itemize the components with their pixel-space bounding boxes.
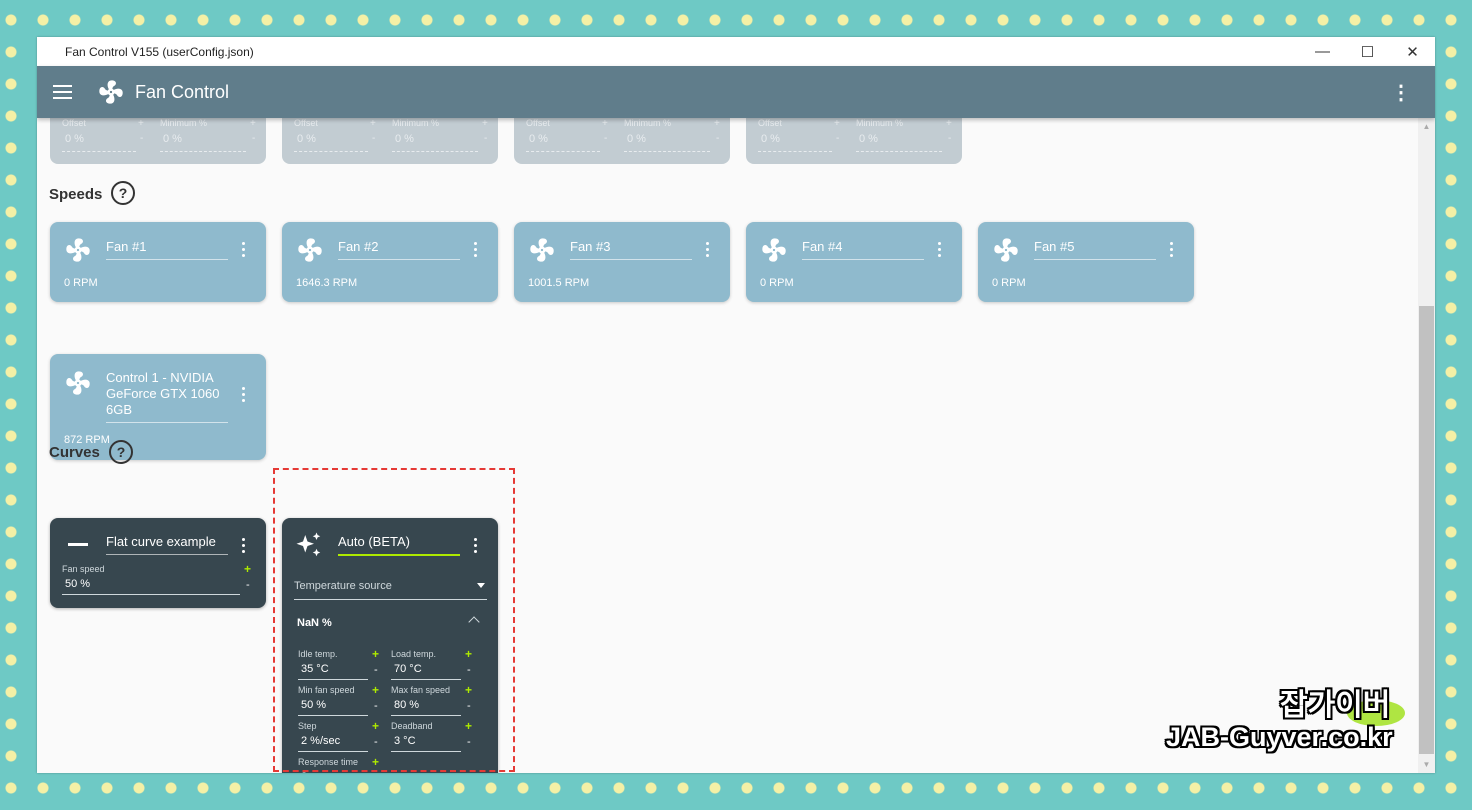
watermark-korean: 잡가이버 [1280,689,1391,722]
speeds-section-title: Speeds [49,186,103,203]
title-bar: Fan Control V155 (userConfig.json) — ☐ ✕ [37,37,1435,66]
fan-name-field[interactable]: Fan #2 [338,239,460,260]
flat-line-icon [68,543,88,546]
fan-rpm: 0 RPM [760,277,794,289]
decrease-button[interactable]: - [374,772,378,773]
window-title: Fan Control V155 (userConfig.json) [65,44,254,59]
fan-name-field[interactable]: Fan #3 [570,239,692,260]
fan-card[interactable]: Fan #3 1001.5 RPM [514,222,730,302]
partial-card: Offset + 0 % - Minimum % + 0 % - [50,118,266,164]
fan-card[interactable]: Fan #5 0 RPM [978,222,1194,302]
flat-curve-card[interactable]: Flat curve example Fan speed 50 % + - [50,518,266,608]
app-window: Fan Control V155 (userConfig.json) — ☐ ✕… [37,37,1435,773]
fan-card[interactable]: Fan #1 0 RPM [50,222,266,302]
fan-name-field[interactable]: Fan #4 [802,239,924,260]
highlight-box [273,468,515,772]
fan-card[interactable]: Fan #4 0 RPM [746,222,962,302]
control-menu-icon[interactable] [242,387,246,402]
fan-name-field[interactable]: Fan #1 [106,239,228,260]
main-content: Offset + 0 % - Minimum % + 0 % - Offset … [37,118,1418,773]
partial-card: Offset + 0 % - Minimum % + 0 % - [282,118,498,164]
flat-curve-menu-icon[interactable] [242,538,246,553]
partial-card: Offset + 0 % - Minimum % + 0 % - [746,118,962,164]
flat-curve-name-field[interactable]: Flat curve example [106,534,228,555]
scroll-down-arrow-icon[interactable]: ▼ [1418,756,1435,773]
fan-rpm: 1001.5 RPM [528,277,590,289]
fan-icon [530,238,554,262]
minimize-button[interactable]: — [1300,37,1345,66]
more-options-icon[interactable]: ⋮ [1391,80,1411,105]
fan-menu-icon[interactable] [1170,242,1174,257]
fan-card[interactable]: Fan #2 1646.3 RPM [282,222,498,302]
fan-icon [66,238,90,262]
fan-logo-icon [99,80,123,104]
fan-menu-icon[interactable] [706,242,710,257]
fan-name-field[interactable]: Fan #5 [1034,239,1156,260]
fan-menu-icon[interactable] [242,242,246,257]
curves-section-title: Curves [49,444,100,461]
hamburger-menu-icon[interactable] [53,80,77,104]
watermark-latin: JAB-Guyver.co.kr [1166,722,1393,752]
fan-icon [66,371,90,395]
control-name-field[interactable]: Control 1 - NVIDIA GeForce GTX 1060 6GB [106,370,228,423]
fan-rpm: 0 RPM [64,277,98,289]
fan-icon [994,238,1018,262]
scrollbar-thumb[interactable] [1419,306,1434,754]
app-title: Fan Control [135,81,230,102]
fan-icon [762,238,786,262]
fan-rpm: 1646.3 RPM [296,277,358,289]
partial-card: Offset + 0 % - Minimum % + 0 % - [514,118,730,164]
scroll-up-arrow-icon[interactable]: ▲ [1418,118,1435,135]
speeds-help-icon[interactable]: ? [111,181,135,205]
maximize-button[interactable]: ☐ [1345,37,1390,66]
decrease-button[interactable]: - [246,579,250,591]
vertical-scrollbar[interactable]: ▲ ▼ [1418,118,1435,773]
increase-button[interactable]: + [244,562,251,576]
fan-rpm: 0 RPM [992,277,1026,289]
close-button[interactable]: ✕ [1390,37,1435,66]
app-bar: Fan Control ⋮ [37,66,1435,118]
fan-menu-icon[interactable] [938,242,942,257]
fan-menu-icon[interactable] [474,242,478,257]
curves-help-icon[interactable]: ? [109,440,133,464]
fan-icon [298,238,322,262]
